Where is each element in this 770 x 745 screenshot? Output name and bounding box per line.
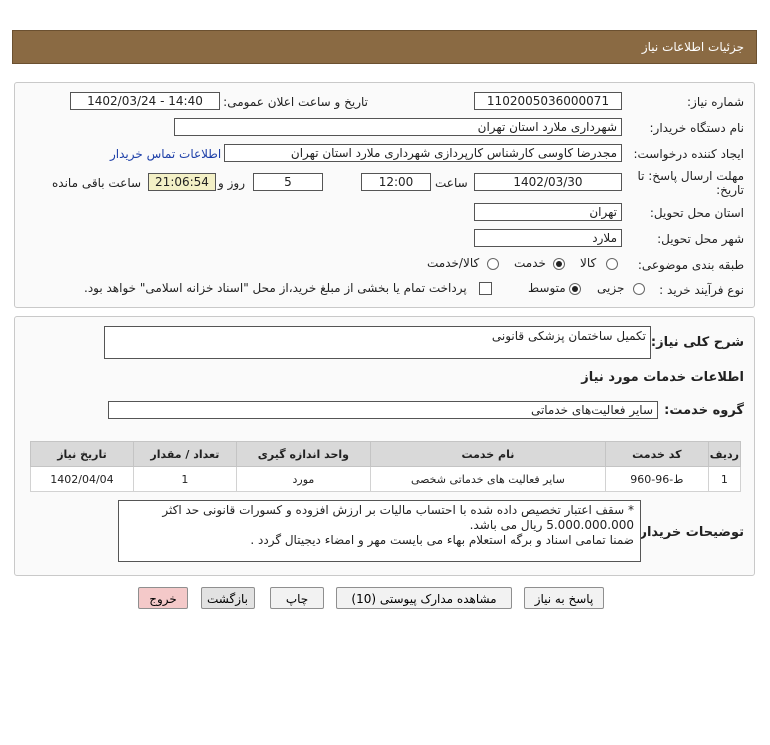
deadline-date-field: 1402/03/30: [474, 173, 622, 191]
creator-field: مجدرضا کاوسی کارشناس کارپردازی شهرداری م…: [224, 144, 622, 162]
days-field: 5: [253, 173, 323, 191]
category-radio-goods[interactable]: [606, 258, 618, 270]
description-line-3: ضمنا تمامی اسناد و برگه استعلام بهاء می …: [250, 533, 634, 547]
table-header-need-date: تاریخ نیاز: [30, 441, 134, 467]
remaining-time-field: 21:06:54: [148, 173, 216, 191]
contact-buyer-link[interactable]: اطلاعات تماس خریدار: [110, 147, 221, 161]
description-line-2: 5.000.000.000 ریال می باشد.: [469, 518, 634, 532]
process-option-medium: متوسط: [528, 281, 566, 295]
table-cell-unit: مورد: [235, 466, 371, 492]
payment-note: پرداخت تمام یا بخشی از مبلغ خرید،از محل …: [84, 281, 467, 295]
table-header-service-name: نام خدمت: [369, 441, 606, 467]
exit-button[interactable]: خروج: [138, 587, 188, 609]
process-option-minor: جزیی: [597, 281, 625, 295]
category-option-goods: کالا: [580, 256, 597, 270]
services-table: ردیف کد خدمت نام خدمت واحد اندازه گیری ت…: [30, 441, 742, 492]
table-header-service-code: کد خدمت: [604, 441, 709, 467]
category-option-service: خدمت: [514, 256, 546, 270]
process-radio-minor[interactable]: [633, 283, 645, 295]
summary-label: شرح کلی نیاز:: [650, 335, 744, 350]
buyer-field: شهرداری ملارد استان تهران: [174, 118, 622, 136]
service-group-field: سایر فعالیت‌های خدماتی: [108, 401, 658, 419]
table-header-row-number: ردیف: [707, 441, 742, 467]
deadline-label: مهلت ارسال پاسخ: تا: [637, 169, 744, 183]
description-line-1: * سقف اعتبار تخصیص داده شده با احتساب ما…: [162, 503, 634, 517]
page-header: جزئیات اطلاعات نیاز: [12, 30, 757, 64]
table-cell-service-name: سایر فعالیت های خدماتی شخصی: [369, 466, 606, 492]
table-row: 1 ط-96-960 سایر فعالیت های خدماتی شخصی م…: [30, 466, 742, 492]
city-field: ملارد: [474, 229, 622, 247]
province-field: تهران: [474, 203, 622, 221]
print-button[interactable]: چاپ: [270, 587, 324, 609]
table-header-unit: واحد اندازه گیری: [235, 441, 371, 467]
category-label: طبقه بندی موضوعی:: [637, 258, 744, 272]
creator-label: ایجاد کننده درخواست:: [633, 147, 744, 161]
reply-button[interactable]: پاسخ به نیاز: [524, 587, 604, 609]
table-cell-service-code: ط-96-960: [604, 466, 709, 492]
process-radio-medium[interactable]: [569, 283, 581, 295]
category-option-goods-service: کالا/خدمت: [427, 256, 480, 270]
summary-field: تکمیل ساختمان پزشکی قانونی: [104, 326, 651, 359]
table-cell-row-number: 1: [707, 466, 742, 492]
process-label: نوع فرآیند خرید :: [659, 283, 744, 297]
days-label: روز و: [218, 176, 245, 190]
need-info-panel: [14, 82, 755, 308]
announce-label: تاریخ و ساعت اعلان عمومی:: [223, 95, 368, 109]
remaining-label: ساعت باقی مانده: [52, 176, 142, 190]
table-cell-quantity: 1: [132, 466, 237, 492]
page-title: جزئیات اطلاعات نیاز: [641, 40, 744, 54]
need-number-label: شماره نیاز:: [687, 95, 744, 109]
deadline-time-field: 12:00: [361, 173, 431, 191]
description-label: توضیحات خریدار:: [634, 525, 744, 540]
services-title: اطلاعات خدمات مورد نیاز: [581, 370, 744, 385]
back-button[interactable]: بازگشت: [201, 587, 255, 609]
service-group-label: گروه خدمت:: [664, 403, 744, 418]
treasury-checkbox[interactable]: [479, 282, 492, 295]
category-radio-goods-service[interactable]: [487, 258, 499, 270]
time-label: ساعت: [435, 176, 468, 190]
attachments-button[interactable]: مشاهده مدارک پیوستی (10): [336, 587, 512, 609]
announce-field: 1402/03/24 - 14:40: [70, 92, 220, 110]
description-box: * سقف اعتبار تخصیص داده شده با احتساب ما…: [118, 500, 641, 562]
table-cell-need-date: 1402/04/04: [30, 466, 134, 492]
table-header-quantity: تعداد / مقدار: [132, 441, 237, 467]
buyer-label: نام دستگاه خریدار:: [649, 121, 745, 135]
category-radio-service[interactable]: [553, 258, 565, 270]
city-label: شهر محل تحویل:: [657, 232, 744, 246]
need-number-field: 1102005036000071: [474, 92, 622, 110]
province-label: استان محل تحویل:: [649, 206, 744, 220]
deadline-label-2: تاریخ:: [716, 183, 744, 197]
